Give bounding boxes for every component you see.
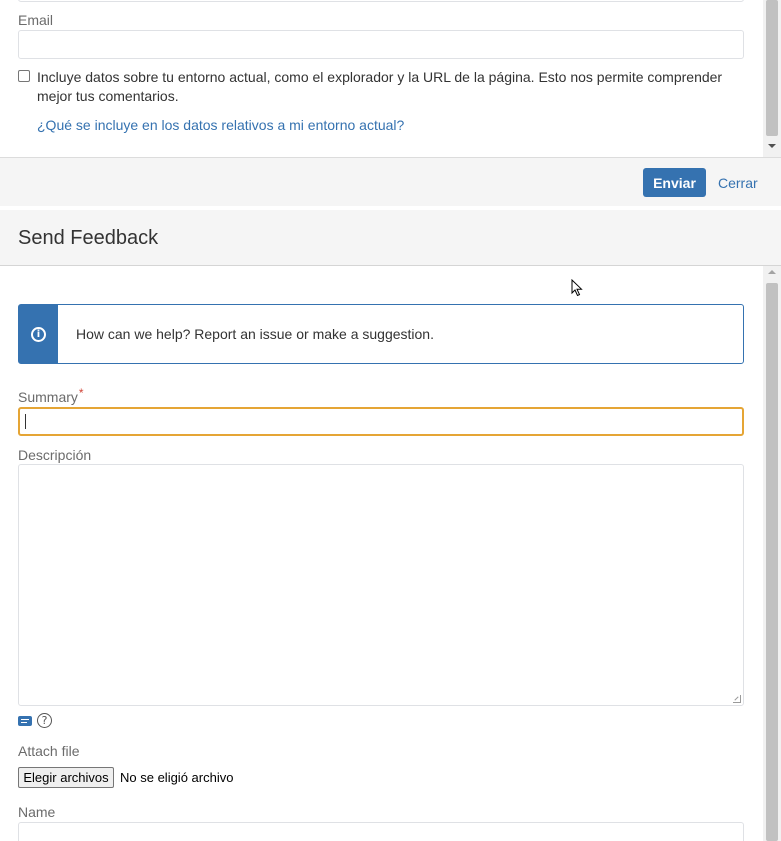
previous-dialog-footer: Enviar Cerrar [0, 157, 781, 206]
scrollbar-thumb[interactable] [766, 283, 778, 841]
required-marker: * [78, 386, 84, 400]
feedback-dialog-body: i How can we help? Report an issue or ma… [0, 266, 763, 841]
email-label: Email [18, 12, 54, 28]
description-textarea[interactable] [18, 464, 744, 706]
name-field[interactable] [18, 822, 744, 841]
name-label: Name [18, 804, 56, 820]
info-icon: i [31, 327, 46, 342]
scroll-down-arrow-icon[interactable] [768, 144, 776, 148]
resize-grip-icon[interactable] [733, 695, 741, 703]
summary-input[interactable] [18, 407, 744, 436]
summary-label-text: Summary [18, 389, 78, 405]
previous-input-field[interactable] [18, 0, 744, 2]
feedback-dialog-scrollbar[interactable] [763, 266, 781, 841]
environment-checkbox-label[interactable]: Incluye datos sobre tu entorno actual, c… [18, 68, 748, 106]
help-icon[interactable]: ? [37, 713, 52, 728]
info-message-text: How can we help? Report an issue or make… [76, 326, 434, 342]
environment-checkbox[interactable] [18, 70, 30, 82]
info-message: i How can we help? Report an issue or ma… [18, 304, 744, 364]
scroll-up-arrow-icon[interactable] [768, 270, 776, 274]
email-field[interactable] [18, 30, 744, 59]
info-message-stripe: i [19, 305, 58, 363]
dialog-title: Send Feedback [18, 227, 159, 249]
environment-option: Incluye datos sobre tu entorno actual, c… [18, 68, 748, 106]
scrollbar-thumb[interactable] [766, 0, 778, 136]
summary-label: Summary* [18, 386, 84, 405]
enviar-button[interactable]: Enviar [643, 168, 706, 197]
file-status-text: No se eligió archivo [120, 770, 234, 785]
previous-dialog-content: Email Incluye datos sobre tu entorno act… [0, 0, 763, 157]
keyboard-shortcuts-icon[interactable] [18, 716, 32, 726]
previous-feedback-dialog: Email Incluye datos sobre tu entorno act… [0, 0, 781, 206]
choose-files-button[interactable]: Elegir archivos [18, 767, 114, 788]
text-caret [25, 414, 26, 429]
attach-file-label: Attach file [18, 743, 80, 759]
mouse-pointer-icon [571, 279, 583, 297]
cerrar-button[interactable]: Cerrar [718, 175, 758, 191]
environment-info-link[interactable]: ¿Qué se incluye en los datos relativos a… [37, 117, 404, 133]
feedback-dialog-header: Send Feedback [0, 210, 781, 266]
description-label: Descripción [18, 447, 92, 463]
previous-dialog-scrollbar[interactable] [763, 0, 781, 157]
